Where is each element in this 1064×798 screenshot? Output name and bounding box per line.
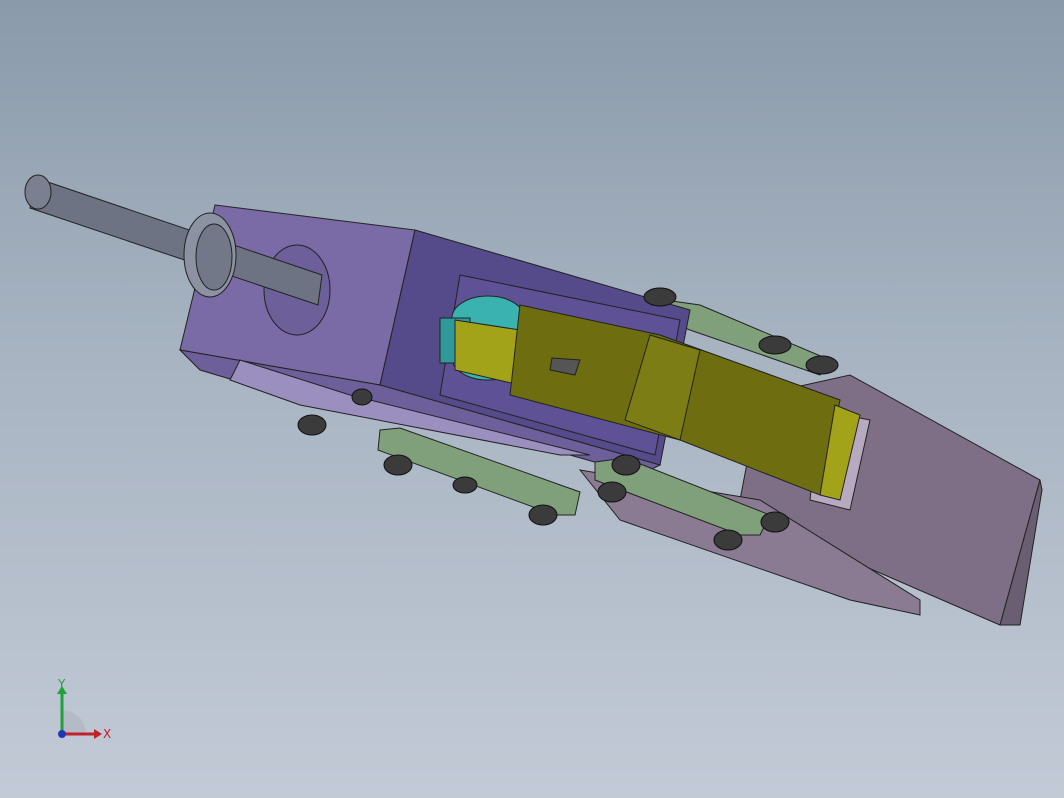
cad-model-3d-view[interactable] — [0, 0, 1064, 798]
x-axis-arrow — [94, 729, 102, 739]
coordinate-triad: Y X — [57, 677, 111, 741]
triad-plane — [62, 710, 86, 734]
y-axis-label: Y — [57, 677, 66, 691]
x-axis-label: X — [103, 727, 111, 741]
graphics-viewport[interactable]: Y X — [0, 0, 1064, 798]
z-axis-point — [58, 730, 66, 738]
